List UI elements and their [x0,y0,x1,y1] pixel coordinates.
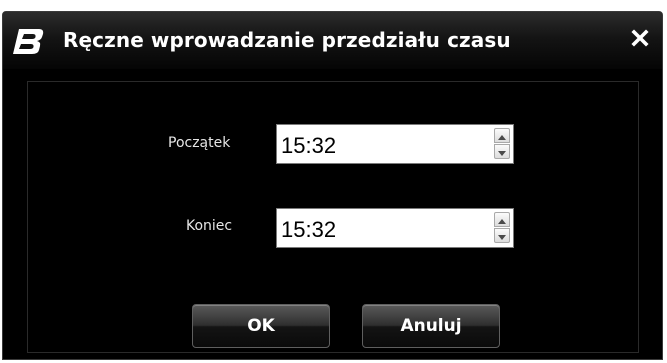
dialog-content: Początek Koniec [27,81,639,353]
end-decrement-button[interactable] [494,228,510,243]
start-increment-button[interactable] [494,128,510,143]
start-label: Początek [168,135,231,151]
start-decrement-button[interactable] [494,144,510,159]
arrow-down-icon [498,143,506,161]
ok-button[interactable]: OK [192,304,330,348]
cancel-button[interactable]: Anuluj [362,304,500,348]
start-spin-buttons [494,128,510,160]
close-icon [631,28,649,52]
end-label: Koniec [186,218,233,234]
close-button[interactable] [626,26,654,54]
end-time-input[interactable] [281,217,481,243]
end-spin-buttons [494,212,510,244]
end-increment-button[interactable] [494,212,510,227]
title-bar[interactable]: Ręczne wprowadzanie przedziału czasu [3,12,662,69]
start-time-spinbox[interactable] [276,124,514,164]
time-range-dialog: Ręczne wprowadzanie przedziału czasu Poc… [2,11,663,360]
b-logo-icon [13,26,47,56]
start-time-input[interactable] [281,133,481,159]
end-time-spinbox[interactable] [276,208,514,248]
dialog-title: Ręczne wprowadzanie przedziału czasu [63,28,511,52]
arrow-down-icon [498,227,506,245]
